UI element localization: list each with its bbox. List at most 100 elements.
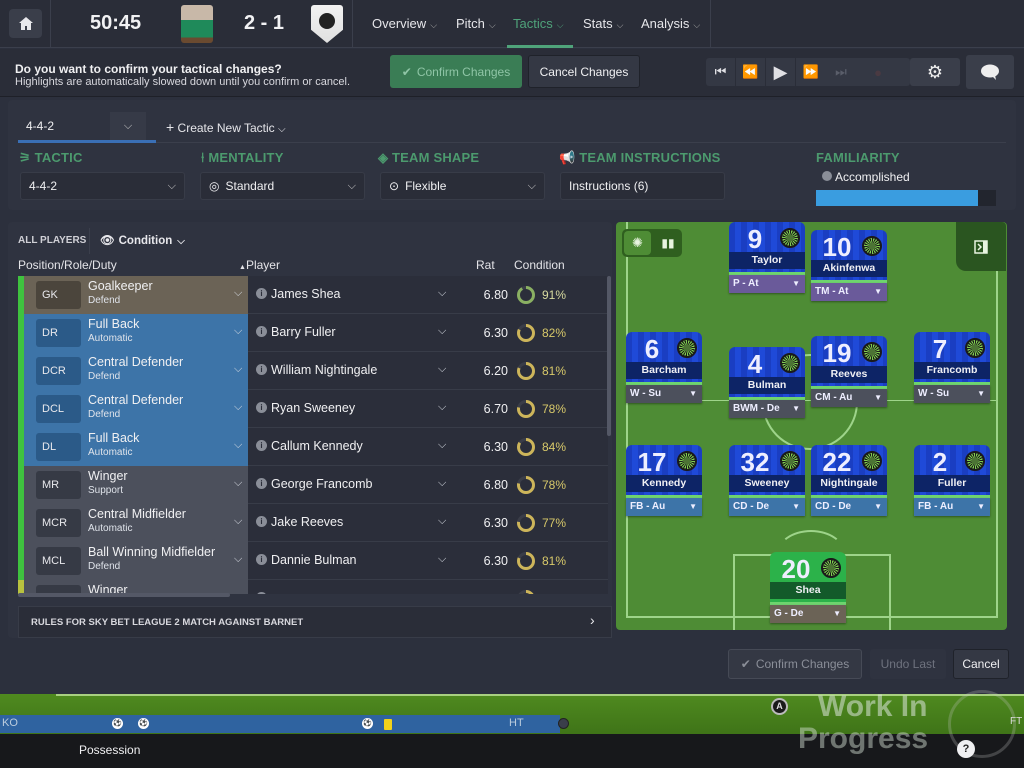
position-cell[interactable]: MR Winger Support ⌵ [24, 466, 266, 504]
chevron-down-icon[interactable]: ⌵ [438, 515, 446, 528]
familiarity-value[interactable]: Accomplished [822, 170, 910, 184]
player-card[interactable]: 6 Barcham W - Su ▼ [626, 332, 702, 403]
play-button[interactable]: ▶ [766, 58, 796, 86]
column-header-rating[interactable]: Rat [476, 258, 495, 272]
player-card[interactable]: 9 Taylor P - At ▼ [729, 222, 805, 293]
chat-button[interactable] [966, 55, 1014, 89]
confirm-changes-button[interactable]: ✔ Confirm Changes [390, 55, 522, 88]
position-cell[interactable]: DCR Central Defender Defend ⌵ [24, 352, 266, 390]
role-duty-dropdown[interactable]: CD - De ▼ [729, 498, 805, 516]
chevron-down-icon[interactable]: ⌵ [438, 287, 446, 300]
position-cell[interactable]: MCR Central Midfielder Automatic ⌵ [24, 504, 266, 542]
player-name[interactable]: James Shea [271, 287, 340, 301]
assistant-icon[interactable]: A [771, 698, 788, 715]
chevron-down-icon[interactable]: ⌵ [438, 553, 446, 566]
role-duty-dropdown[interactable]: CD - De ▼ [811, 498, 887, 516]
role-duty-dropdown[interactable]: BWM - De ▼ [729, 400, 805, 418]
chevron-down-icon[interactable]: ⌵ [234, 439, 242, 452]
chevron-down-icon[interactable]: ⌵ [438, 363, 446, 376]
nav-tab-overview[interactable]: Overview ⌵ [372, 16, 437, 31]
info-icon[interactable]: i [256, 326, 267, 337]
player-card[interactable]: 2 Fuller FB - Au ▼ [914, 445, 990, 516]
chevron-down-icon[interactable]: ⌵ [234, 477, 242, 490]
player-cell[interactable]: i Callum Kennedy ⌵ [248, 428, 458, 466]
nav-tab-pitch[interactable]: Pitch ⌵ [456, 16, 496, 31]
player-cell[interactable]: i Jake Reeves ⌵ [248, 504, 458, 542]
horizontal-scrollbar[interactable] [18, 593, 230, 597]
role-duty-dropdown[interactable]: FB - Au ▼ [626, 498, 702, 516]
column-header-player[interactable]: ▲Player [239, 258, 280, 272]
player-name[interactable]: George Francomb [271, 477, 372, 491]
chevron-down-icon[interactable]: ⌵ [438, 477, 446, 490]
player-name[interactable]: Jake Reeves [271, 515, 343, 529]
player-card[interactable]: 32 Sweeney CD - De ▼ [729, 445, 805, 516]
match-rules-bar[interactable]: RULES FOR SKY BET LEAGUE 2 MATCH AGAINST… [18, 606, 612, 638]
column-header-condition[interactable]: Condition [514, 258, 565, 272]
rewind-button[interactable]: ⏪ [736, 58, 766, 86]
record-button[interactable]: ● [856, 58, 900, 86]
fast-forward-button[interactable]: ⏩ [796, 58, 826, 86]
info-icon[interactable]: i [256, 288, 267, 299]
player-cell[interactable]: i Dannie Bulman ⌵ [248, 542, 458, 580]
chevron-down-icon[interactable]: ⌵ [234, 363, 242, 376]
position-cell[interactable]: MCL Ball Winning Midfielder Defend ⌵ [24, 542, 266, 580]
player-name[interactable]: Ryan Sweeney [271, 401, 355, 415]
column-header-position[interactable]: Position/Role/Duty [18, 258, 117, 272]
player-card[interactable]: 19 Reeves CM - Au ▼ [811, 336, 887, 407]
player-name[interactable]: Dannie Bulman [271, 553, 356, 567]
player-cell[interactable]: i George Francomb ⌵ [248, 466, 458, 504]
role-duty-dropdown[interactable]: W - Su ▼ [626, 385, 702, 403]
goal-ball-icon[interactable]: ⚽ [112, 718, 123, 729]
player-row[interactable]: MR Winger Support ⌵ i George Francomb ⌵ … [18, 466, 608, 504]
team-shape-dropdown[interactable]: ⊙ Flexible ⌵ [380, 172, 545, 200]
player-card[interactable]: 4 Bulman BWM - De ▼ [729, 347, 805, 418]
info-icon[interactable]: i [256, 402, 267, 413]
player-name[interactable]: Callum Kennedy [271, 439, 363, 453]
player-card[interactable]: 22 Nightingale CD - De ▼ [811, 445, 887, 516]
chevron-down-icon[interactable]: ⌵ [438, 591, 446, 594]
tactic-dropdown[interactable]: 4-4-2 ⌵ [20, 172, 185, 200]
player-card[interactable]: 20 Shea G - De ▼ [770, 552, 846, 623]
chevron-down-icon[interactable]: ⌵ [234, 515, 242, 528]
stats-view-button[interactable]: ▮▮ [656, 231, 680, 255]
chevron-down-icon[interactable]: ⌵ [438, 325, 446, 338]
settings-button[interactable]: ⚙ [910, 58, 960, 86]
chevron-down-icon[interactable]: ⌵ [234, 401, 242, 414]
info-icon[interactable]: i [256, 364, 267, 375]
expand-panel-button[interactable] [956, 222, 1006, 271]
chevron-down-icon[interactable]: ⌵ [234, 591, 242, 594]
yellow-card-icon[interactable] [384, 719, 392, 730]
info-icon[interactable]: i [256, 516, 267, 527]
nav-tab-analysis[interactable]: Analysis ⌵ [641, 16, 700, 31]
tactic-tab-dropdown[interactable]: ⌵ [110, 112, 146, 140]
info-icon[interactable]: i [256, 478, 267, 489]
info-icon[interactable]: i [256, 592, 267, 594]
role-duty-dropdown[interactable]: TM - At ▼ [811, 283, 887, 301]
player-cell[interactable]: i Barry Fuller ⌵ [248, 314, 458, 352]
info-icon[interactable]: i [256, 554, 267, 565]
goal-ball-icon[interactable]: ⚽ [362, 718, 373, 729]
position-cell[interactable]: GK Goalkeeper Defend ⌵ [24, 276, 266, 314]
skip-end-button[interactable]: ⏭ [826, 58, 856, 86]
mentality-dropdown[interactable]: ◎ Standard ⌵ [200, 172, 365, 200]
position-cell[interactable]: DR Full Back Automatic ⌵ [24, 314, 266, 352]
player-row[interactable]: DCR Central Defender Defend ⌵ i William … [18, 352, 608, 390]
chevron-down-icon[interactable]: ⌵ [438, 401, 446, 414]
help-icon[interactable]: ? [957, 740, 975, 758]
team-instructions-button[interactable]: Instructions (6) [560, 172, 725, 200]
nav-tab-tactics[interactable]: Tactics ⌵ [513, 16, 564, 31]
condition-view-button[interactable]: ✺ [624, 231, 651, 255]
undo-last-button[interactable]: Undo Last [870, 649, 946, 679]
confirm-changes-button-bottom[interactable]: ✔ Confirm Changes [728, 649, 862, 679]
cancel-button[interactable]: Cancel [953, 649, 1009, 679]
goal-ball-icon[interactable]: ⚽ [138, 718, 149, 729]
player-row[interactable]: DR Full Back Automatic ⌵ i Barry Fuller … [18, 314, 608, 352]
player-row[interactable]: MCR Central Midfielder Automatic ⌵ i Jak… [18, 504, 608, 542]
skip-start-button[interactable]: ⏮ [706, 58, 736, 86]
player-cell[interactable]: i ⌵ [248, 580, 458, 594]
player-row[interactable]: MCL Ball Winning Midfielder Defend ⌵ i D… [18, 542, 608, 580]
cancel-changes-button[interactable]: Cancel Changes [528, 55, 640, 88]
timeline-position-handle[interactable] [558, 718, 569, 729]
player-row[interactable]: DCL Central Defender Defend ⌵ i Ryan Swe… [18, 390, 608, 428]
view-selector[interactable]: 👁 Condition ⌵ [100, 233, 185, 247]
